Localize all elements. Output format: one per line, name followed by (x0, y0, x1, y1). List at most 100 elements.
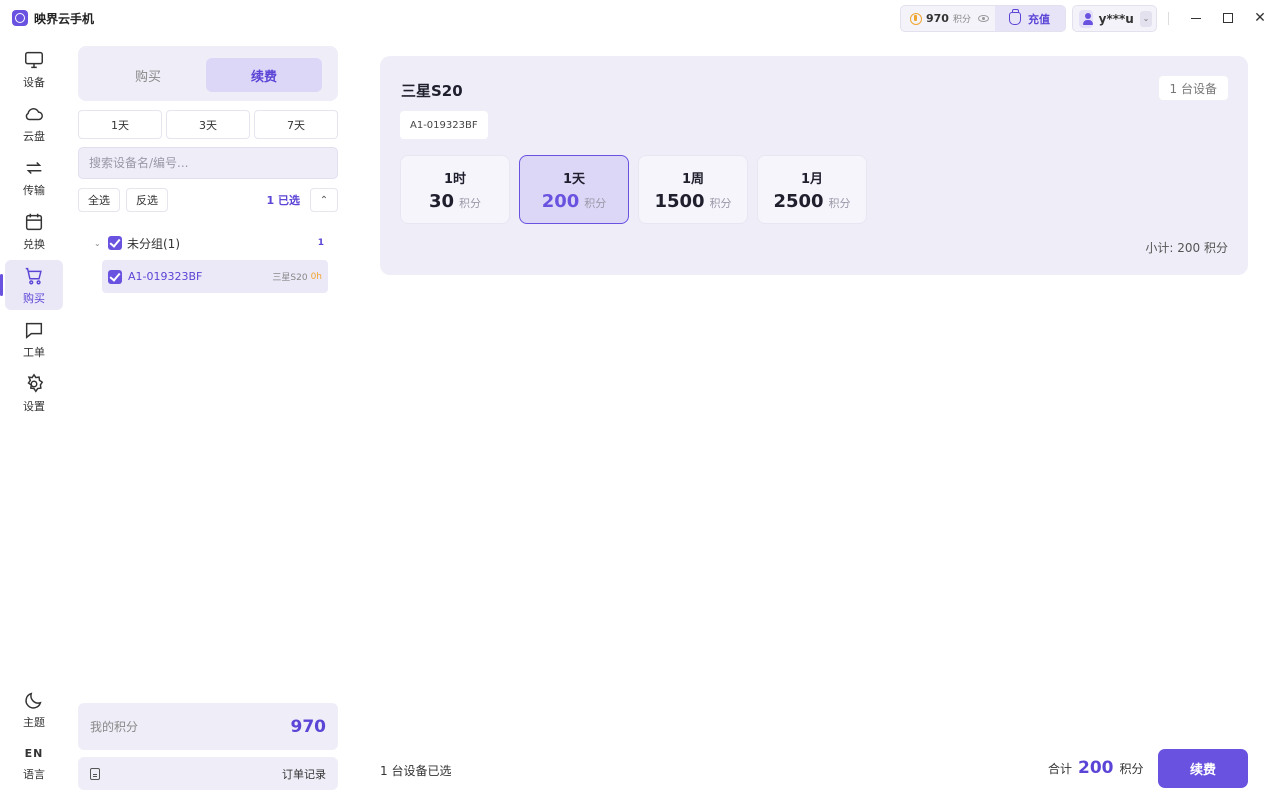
sidebar-item-label: 购买 (23, 291, 45, 305)
title-bar: 映界云手机 970 积分 充值 y***u ⌄ ✕ (0, 0, 1280, 36)
day-filter-1[interactable]: 1天 (78, 110, 162, 139)
day-filter-row: 1天 3天 7天 (78, 110, 338, 139)
plan-unit: 积分 (459, 196, 482, 210)
plan-label: 1月 (800, 171, 824, 187)
sidebar-item-purchase[interactable]: 购买 (0, 260, 63, 310)
device-model: 三星S20 (272, 273, 308, 283)
day-filter-7[interactable]: 7天 (254, 110, 338, 139)
total-unit: 积分 (1119, 762, 1144, 776)
theme-label: 主题 (23, 715, 45, 729)
money-bag-icon (1009, 9, 1021, 25)
points-recharge-pill: 970 积分 充值 (900, 5, 1066, 32)
plan-label: 1天 (562, 171, 586, 187)
eye-icon[interactable] (977, 15, 989, 22)
plan-options: 1时 30 积分 1天 200 积分 1周 1500 积分 1月 2500 积分 (400, 155, 867, 224)
plan-label: 1周 (681, 171, 705, 187)
selection-row: 全选 反选 1 已选 ⌃ (78, 188, 338, 212)
close-button[interactable]: ✕ (1250, 8, 1270, 28)
tab-renew[interactable]: 续费 (206, 58, 322, 92)
device-group-row[interactable]: ⌄ 未分组(1) 1 (94, 233, 328, 253)
titlebar-divider (1168, 12, 1169, 25)
transfer-icon (26, 161, 42, 174)
plan-unit: 积分 (709, 196, 732, 210)
chevron-down-icon[interactable]: ⌄ (1139, 10, 1152, 27)
invert-select-button[interactable]: 反选 (126, 188, 168, 212)
chevron-down-icon[interactable]: ⌄ (94, 239, 108, 248)
collapse-button[interactable]: ⌃ (310, 188, 338, 212)
plan-label: 1时 (443, 171, 467, 187)
points-value: 970 (926, 12, 949, 25)
subtotal: 小计: 200 积分 (1145, 241, 1228, 255)
device-list-item[interactable]: A1-019323BF 三星S20 0h (102, 260, 328, 293)
gear-icon (27, 373, 44, 393)
selected-count: 1 已选 (266, 194, 300, 207)
group-checkbox[interactable] (108, 236, 122, 250)
device-id-chip: A1-019323BF (400, 111, 488, 139)
user-menu[interactable]: y***u ⌄ (1072, 5, 1157, 32)
sidebar-item-devices[interactable]: 设备 (5, 44, 63, 94)
sidebar-bottom: 主题 EN 语言 (5, 684, 63, 792)
product-card: 三星S20 1 台设备 A1-019323BF 1时 30 积分 1天 200 … (380, 56, 1248, 275)
sidebar-item-transfer[interactable]: 传输 (5, 152, 63, 202)
renew-button[interactable]: 续费 (1158, 749, 1248, 788)
coin-icon (910, 12, 922, 25)
plan-option-month[interactable]: 1月 2500 积分 (757, 155, 867, 224)
my-points-label: 我的积分 (90, 720, 139, 734)
language-icon: EN (24, 747, 44, 760)
order-records-label: 订单记录 (282, 767, 326, 781)
purchase-renew-tabs: 购买 续费 (78, 46, 338, 101)
sidebar-item-redeem[interactable]: 兑换 (5, 206, 63, 256)
language-toggle[interactable]: EN 语言 (5, 738, 63, 788)
sidebar-item-label: 传输 (23, 183, 45, 197)
recharge-label: 充值 (1028, 12, 1050, 26)
order-records-button[interactable]: 订单记录 (78, 757, 338, 790)
sidebar-item-settings[interactable]: 设置 (5, 368, 63, 418)
total-summary: 合计 200 积分 (1048, 758, 1144, 778)
sidebar-item-label: 设备 (23, 75, 45, 89)
device-search-input[interactable] (78, 147, 338, 179)
user-avatar-icon (1079, 9, 1093, 28)
recharge-button[interactable]: 充值 (995, 6, 1065, 31)
group-count: 1 (317, 238, 324, 248)
plan-unit: 积分 (584, 196, 607, 210)
group-label: 未分组(1) (127, 236, 180, 251)
device-checkbox[interactable] (108, 269, 122, 284)
total-label: 合计 (1048, 762, 1073, 776)
points-display: 970 积分 (901, 6, 995, 31)
select-all-button[interactable]: 全选 (78, 188, 120, 212)
plan-unit: 积分 (828, 196, 851, 210)
app-title: 映界云手机 (34, 12, 95, 26)
product-title: 三星S20 (401, 82, 463, 100)
sidebar-item-cloud-disk[interactable]: 云盘 (5, 98, 63, 148)
plan-price: 200 (541, 190, 580, 212)
plan-price-row: 2500 积分 (773, 191, 850, 212)
maximize-button[interactable] (1218, 8, 1238, 28)
sidebar-item-label: 兑换 (23, 237, 45, 251)
message-icon (25, 322, 43, 339)
app-logo-icon (12, 10, 28, 26)
minimize-button[interactable] (1186, 8, 1206, 28)
plan-option-day[interactable]: 1天 200 积分 (519, 155, 629, 224)
language-label: 语言 (23, 767, 45, 781)
selected-devices-text: 1 台设备已选 (380, 764, 452, 778)
my-points-card: 我的积分 970 (78, 703, 338, 750)
plan-price: 30 (428, 190, 455, 212)
plan-option-week[interactable]: 1周 1500 积分 (638, 155, 748, 224)
sidebar-item-label: 设置 (23, 399, 45, 413)
plan-price-row: 30 积分 (429, 191, 481, 212)
chevron-up-icon: ⌃ (319, 194, 329, 206)
document-icon (90, 767, 100, 780)
theme-toggle[interactable]: 主题 (5, 684, 63, 734)
tab-purchase[interactable]: 购买 (90, 58, 206, 92)
plan-price-row: 1500 积分 (654, 191, 731, 212)
plan-option-hour[interactable]: 1时 30 积分 (400, 155, 510, 224)
device-remaining-time: 0h (310, 271, 322, 282)
sidebar-item-label: 工单 (23, 345, 45, 359)
cart-icon (25, 267, 42, 285)
sidebar-item-tickets[interactable]: 工单 (5, 314, 63, 364)
plan-price: 2500 (773, 190, 824, 212)
points-unit: 积分 (952, 15, 971, 25)
day-filter-3[interactable]: 3天 (166, 110, 250, 139)
moon-icon (25, 691, 42, 709)
calendar-icon (25, 213, 43, 230)
